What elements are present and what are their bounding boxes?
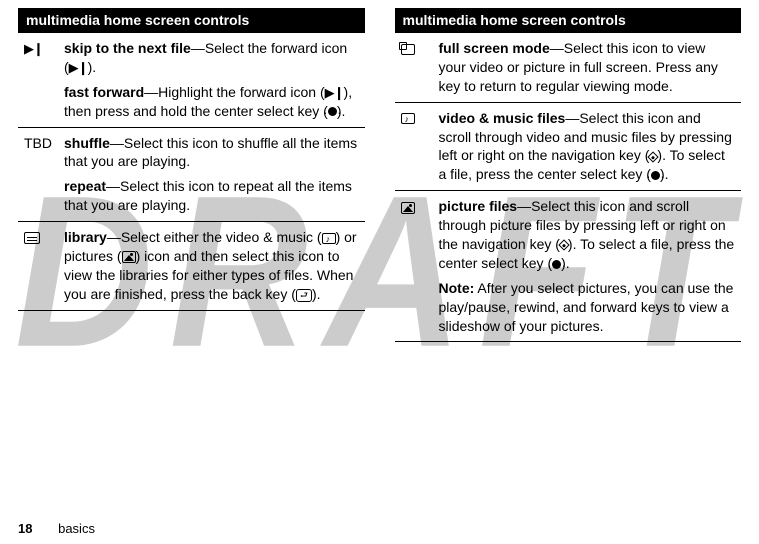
repeat-text: —Select this icon to repeat all the item…	[64, 178, 352, 213]
library-body: library—Select either the video & music …	[58, 222, 365, 311]
pictures-icon	[401, 202, 415, 214]
right-table: multimedia home screen controls full scr…	[395, 8, 742, 342]
shuffle-repeat-body: shuffle—Select this icon to shuffle all …	[58, 127, 365, 222]
left-column: multimedia home screen controls ▶❙ skip …	[18, 8, 365, 342]
left-header: multimedia home screen controls	[18, 8, 365, 33]
shuffle-label: shuffle	[64, 135, 110, 151]
skip-label: skip to the next file	[64, 40, 191, 56]
page-footer: 18 basics	[18, 521, 95, 536]
video-music-icon-cell	[395, 102, 433, 191]
library-label: library	[64, 229, 107, 245]
vm-label: video & music files	[439, 110, 566, 126]
pictures-inline-icon	[122, 251, 136, 263]
skip-forward-icon: ▶❙	[18, 33, 58, 128]
ff-label: fast forward	[64, 84, 144, 100]
pictures-icon-cell	[395, 191, 433, 342]
left-table: multimedia home screen controls ▶❙ skip …	[18, 8, 365, 311]
right-column: multimedia home screen controls full scr…	[395, 8, 742, 342]
fullscreen-label: full screen mode	[439, 40, 550, 56]
back-key-icon: ⮐	[296, 289, 312, 302]
video-music-body: video & music files—Select this icon and…	[433, 102, 742, 191]
library-text: —Select either the video & music () or p…	[64, 229, 357, 302]
content-columns: multimedia home screen controls ▶❙ skip …	[0, 0, 759, 342]
center-key-icon	[651, 171, 660, 180]
fullscreen-icon	[401, 44, 415, 55]
repeat-label: repeat	[64, 178, 106, 194]
pictures-body: picture files—Select this icon and scrol…	[433, 191, 742, 342]
section-label: basics	[58, 521, 95, 536]
nav-key-icon	[648, 151, 659, 162]
nav-key-icon-2	[558, 240, 569, 251]
fullscreen-icon-cell	[395, 33, 433, 103]
library-icon-cell	[18, 222, 58, 311]
library-icon	[24, 232, 40, 244]
video-music-icon	[401, 113, 415, 124]
fullscreen-body: full screen mode—Select this icon to vie…	[433, 33, 742, 103]
skip-forward-body: skip to the next file—Select the forward…	[58, 33, 365, 128]
note-text: After you select pictures, you can use t…	[439, 280, 734, 334]
video-music-inline-icon	[322, 233, 336, 244]
center-key-icon-2	[552, 260, 561, 269]
pf-label: picture files	[439, 198, 518, 214]
forward-glyph: ▶❙	[24, 41, 43, 56]
note-label: Note:	[439, 280, 475, 296]
right-header: multimedia home screen controls	[395, 8, 742, 33]
tbd-label: TBD	[18, 127, 58, 222]
page-number: 18	[18, 521, 32, 536]
